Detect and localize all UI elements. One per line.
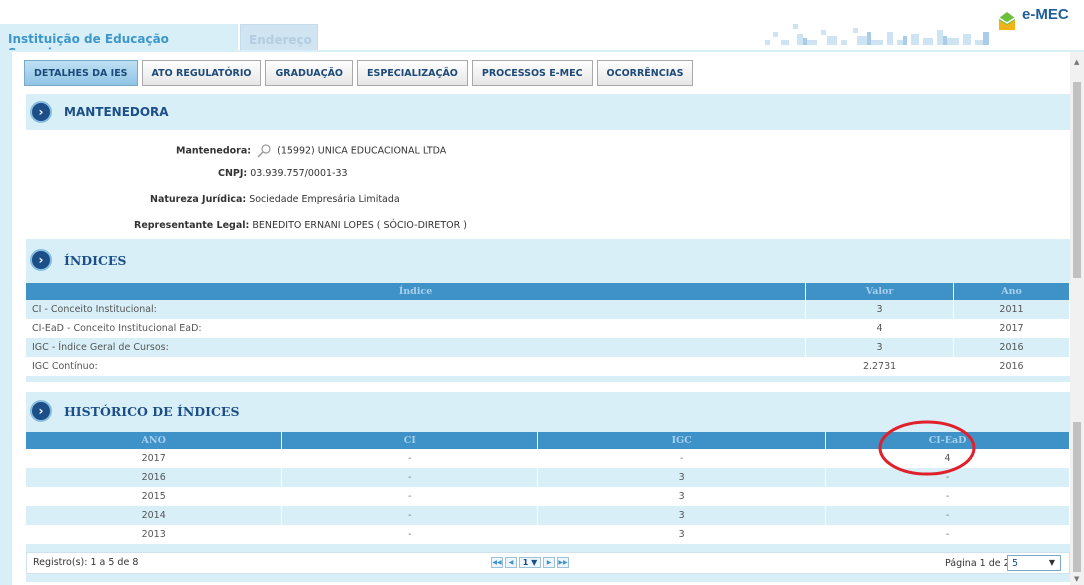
table-row: 2014 - 3 - [26, 506, 1070, 525]
field-value: Sociedade Empresária Limitada [249, 194, 400, 205]
cell: - [281, 525, 539, 544]
per-page-value: 5 [1012, 557, 1019, 569]
column-header[interactable]: IGC [537, 432, 827, 449]
cell: 3 [537, 468, 827, 487]
table-footer: Registro(s): 1 a 5 de 8 ◀◀ ◀ 1 ▼ ▶ ▶▶ Pá… [26, 552, 1070, 574]
cell: - [281, 487, 539, 506]
cell: IGC Contínuo: [26, 357, 807, 376]
indices-title: ÍNDICES [64, 252, 127, 268]
prev-page-icon[interactable]: ◀ [505, 557, 517, 568]
field-value: (15992) UNICA EDUCACIONAL LTDA [277, 145, 447, 157]
cell: - [281, 468, 539, 487]
field-label: Mantenedora: [176, 145, 252, 157]
cell: - [281, 449, 539, 468]
cell: 2011 [953, 300, 1070, 319]
table-row: 2013 - 3 - [26, 525, 1070, 544]
mantenedora-section: › MANTENEDORA [26, 94, 1070, 130]
column-header[interactable]: Ano [953, 283, 1070, 300]
cell: 2015 [26, 487, 283, 506]
historico-title: HISTÓRICO DE ÍNDICES [64, 403, 240, 419]
especializacao-button[interactable]: ESPECIALIZAÇÃO [357, 60, 468, 86]
per-page-select[interactable]: 5 ▼ [1007, 555, 1061, 571]
search-icon[interactable] [256, 144, 272, 158]
cell: CI - Conceito Institucional: [26, 300, 807, 319]
ocorrencias-button[interactable]: OCORRÊNCIAS [596, 60, 694, 86]
chevron-right-icon: › [30, 101, 52, 123]
chevron-right-icon: › [30, 249, 52, 271]
processos-emec-button[interactable]: PROCESSOS E-MEC [471, 60, 593, 86]
ato-regulatorio-button[interactable]: ATO REGULATÓRIO [141, 60, 262, 86]
column-header[interactable]: Valor [805, 283, 955, 300]
cell: - [825, 506, 1070, 525]
indices-table: Índice Valor Ano CI - Conceito Instituci… [26, 283, 1070, 376]
cell: 2.2731 [805, 357, 955, 376]
cell: IGC - Índice Geral de Cursos: [26, 338, 807, 357]
logo-pattern-decoration [765, 24, 989, 45]
cell: 3 [537, 506, 827, 525]
natureza-juridica-field: Natureza Jurídica: Sociedade Empresária … [150, 194, 400, 205]
cell: 2016 [953, 357, 1070, 376]
brand-name: e-MEC [1022, 6, 1069, 23]
page-info: Página 1 de 2 [945, 558, 1010, 569]
cell: 2013 [26, 525, 283, 544]
column-header[interactable]: Índice [26, 283, 807, 300]
chevron-right-icon: › [30, 400, 52, 422]
records-count: Registro(s): 1 a 5 de 8 [33, 557, 139, 568]
next-page-icon[interactable]: ▶ [543, 557, 555, 568]
table-row: IGC - Índice Geral de Cursos: 3 2016 [26, 338, 1070, 357]
detail-toolbar: DETALHES DA IES ATO REGULATÓRIO GRADUAÇÃ… [24, 60, 694, 86]
chevron-down-icon: ▼ [1048, 558, 1055, 567]
cell: 2014 [26, 506, 283, 525]
table-header-row: Índice Valor Ano [26, 283, 1070, 300]
top-header: Instituição de Educação Superior Endereç… [0, 0, 1084, 60]
field-label: CNPJ: [218, 168, 248, 179]
field-value: 03.939.757/0001-33 [250, 168, 348, 179]
cell: 2017 [26, 449, 283, 468]
table-row: IGC Contínuo: 2.2731 2016 [26, 357, 1070, 376]
tab-instituicao[interactable]: Instituição de Educação Superior [0, 24, 238, 60]
column-header[interactable]: ANO [26, 432, 283, 449]
representante-legal-field: Representante Legal: BENEDITO ERNANI LOP… [134, 220, 467, 231]
cell: - [537, 449, 827, 468]
scroll-down-icon[interactable]: ▼ [1074, 575, 1079, 583]
scrollbar-thumb[interactable] [1073, 422, 1081, 572]
last-page-icon[interactable]: ▶▶ [557, 557, 569, 568]
column-header[interactable]: CI [281, 432, 539, 449]
cell: 3 [537, 525, 827, 544]
cell: - [825, 525, 1070, 544]
tab-endereco[interactable]: Endereço [240, 24, 318, 52]
mantenedora-title: MANTENEDORA [64, 105, 169, 119]
cell: 4 [805, 319, 955, 338]
graduacao-button[interactable]: GRADUAÇÃO [265, 60, 354, 86]
detalhes-ies-button[interactable]: DETALHES DA IES [24, 60, 138, 86]
indices-header: › ÍNDICES [26, 239, 1070, 281]
cell: 3 [805, 300, 955, 319]
highlight-circle-annotation [878, 420, 976, 476]
main-content: DETALHES DA IES ATO REGULATÓRIO GRADUAÇÃ… [12, 52, 1070, 585]
cell: - [281, 506, 539, 525]
cell: 3 [805, 338, 955, 357]
pagination: ◀◀ ◀ 1 ▼ ▶ ▶▶ [491, 557, 569, 568]
scrollbar-thumb[interactable] [1073, 82, 1081, 278]
mantenedora-field: Mantenedora: (15992) UNICA EDUCACIONAL L… [176, 144, 446, 158]
first-page-icon[interactable]: ◀◀ [491, 557, 503, 568]
cell: - [825, 487, 1070, 506]
cell: CI-EaD - Conceito Institucional EaD: [26, 319, 807, 338]
page-select[interactable]: 1 ▼ [519, 557, 541, 568]
field-value: BENEDITO ERNANI LOPES ( SÓCIO-DIRETOR ) [252, 220, 467, 231]
cell: 3 [537, 487, 827, 506]
vertical-scrollbar[interactable]: ▲ ▼ [1070, 52, 1084, 585]
field-label: Representante Legal: [134, 220, 250, 231]
mantenedora-header: › MANTENEDORA [26, 94, 1070, 130]
page-number: 1 [522, 558, 529, 567]
cell: 2016 [26, 468, 283, 487]
cell: 2017 [953, 319, 1070, 338]
table-row: CI-EaD - Conceito Institucional EaD: 4 2… [26, 319, 1070, 338]
table-row: 2015 - 3 - [26, 487, 1070, 506]
cnpj-field: CNPJ: 03.939.757/0001-33 [218, 168, 348, 179]
field-label: Natureza Jurídica: [150, 194, 247, 205]
scroll-up-icon[interactable]: ▲ [1074, 58, 1079, 66]
table-row: CI - Conceito Institucional: 3 2011 [26, 300, 1070, 319]
cell: 2016 [953, 338, 1070, 357]
